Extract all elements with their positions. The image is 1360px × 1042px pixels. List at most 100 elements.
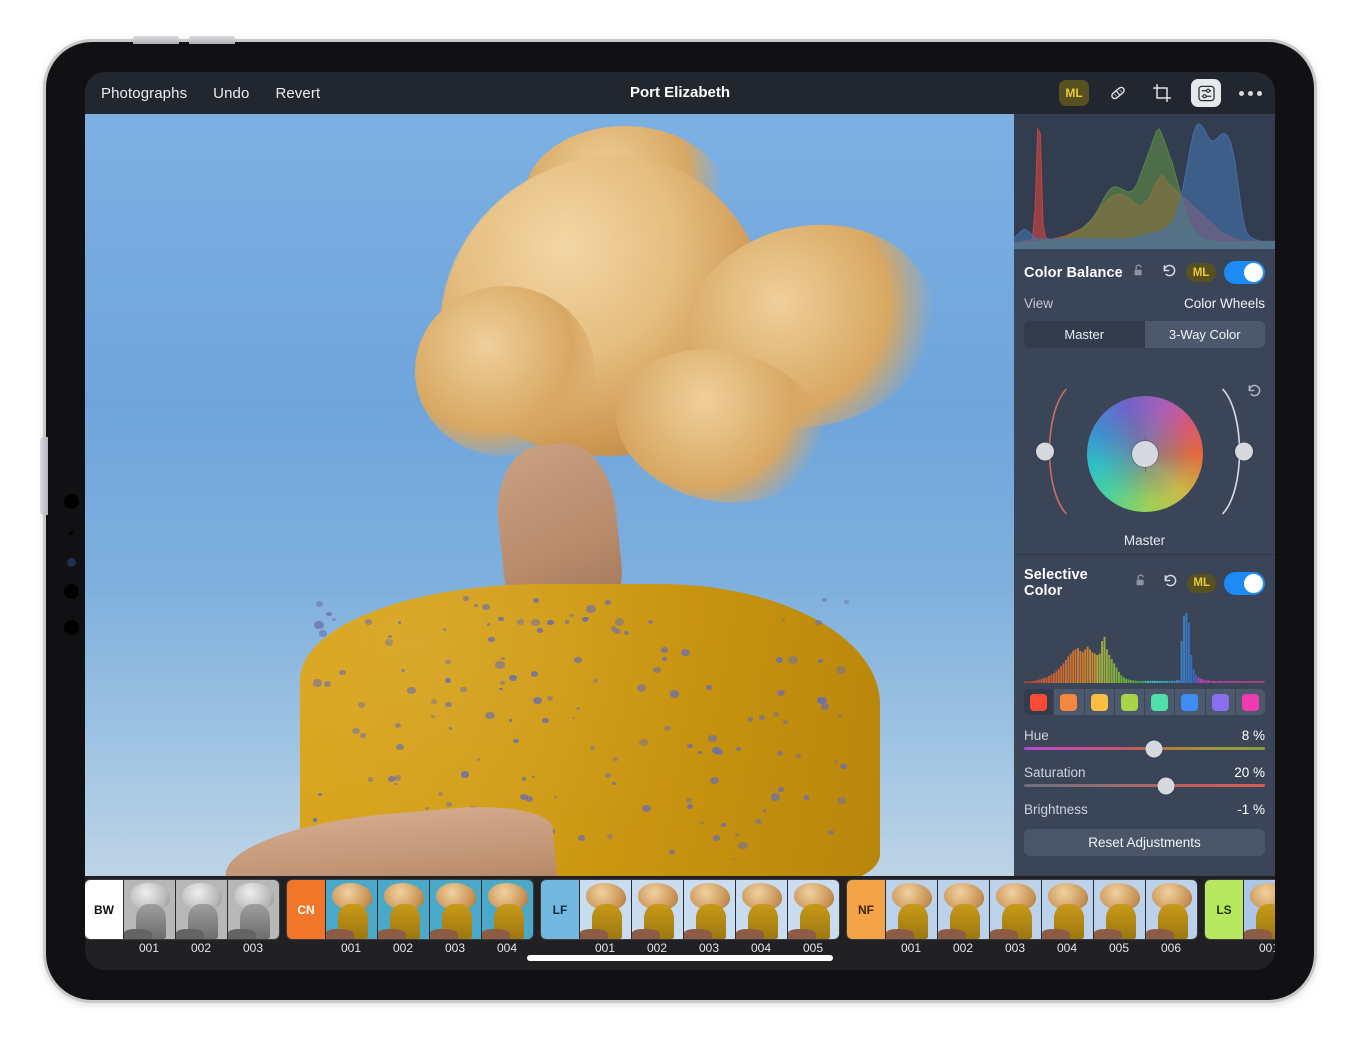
more-icon[interactable]: [1235, 79, 1265, 107]
swatch-green[interactable]: [1120, 693, 1138, 711]
slider-saturation[interactable]: Saturation 20 %: [1014, 760, 1275, 794]
swatch-green-cell[interactable]: [1114, 689, 1145, 715]
crop-icon[interactable]: [1147, 79, 1177, 107]
filmstrip-thumbnail[interactable]: [1243, 880, 1275, 939]
filmstrip-thumbnail[interactable]: [1041, 880, 1093, 939]
filmstrip-thumbnail[interactable]: [885, 880, 937, 939]
swatch-magenta-cell[interactable]: [1235, 689, 1265, 715]
tool-group: ML: [1059, 79, 1265, 107]
view-label: View: [1024, 296, 1054, 311]
swatch-purple[interactable]: [1211, 693, 1229, 711]
color-wheel[interactable]: [1086, 396, 1203, 512]
reset-icon[interactable]: [1162, 572, 1179, 594]
color-wheel-puck[interactable]: [1131, 436, 1158, 472]
filmstrip-thumbnail[interactable]: [123, 880, 175, 939]
swatch-red[interactable]: [1030, 693, 1048, 711]
filmstrip-rows: BW CN LF NF LS 001 002 003 001 002 003 004 001 002 00…: [85, 876, 1275, 955]
filmstrip-thumbnail-number: 001: [1258, 941, 1275, 955]
undo-button[interactable]: Undo: [213, 85, 249, 102]
segment-master[interactable]: Master: [1024, 321, 1145, 348]
swatch-orange[interactable]: [1060, 693, 1078, 711]
filmstrip-thumbnail[interactable]: [735, 880, 787, 939]
swatch-blue[interactable]: [1181, 693, 1199, 711]
reset-icon[interactable]: [1161, 262, 1178, 284]
filmstrip[interactable]: BW CN LF NF LS 001 002 003 001 002 003 004 001 002 00…: [85, 876, 1275, 970]
swatch-blue-cell[interactable]: [1175, 689, 1206, 715]
filmstrip-group-label[interactable]: LF: [541, 880, 579, 939]
volume-down-button[interactable]: [189, 36, 235, 44]
slider-label: Hue: [1024, 728, 1049, 743]
slider-brightness[interactable]: Brightness -1 %: [1014, 797, 1275, 827]
selective-color-title: Selective Color: [1024, 567, 1088, 599]
swatch-orange-cell[interactable]: [1054, 689, 1085, 715]
filmstrip-thumbnail[interactable]: [631, 880, 683, 939]
photo-canvas[interactable]: [85, 114, 1014, 876]
ml-badge[interactable]: ML: [1187, 573, 1216, 593]
volume-up-button[interactable]: [133, 36, 179, 44]
segment-3way-color[interactable]: 3-Way Color: [1144, 321, 1265, 348]
filmstrip-thumbnail[interactable]: [481, 880, 533, 939]
slider-label: Brightness: [1024, 802, 1088, 817]
filmstrip-thumbnail[interactable]: [937, 880, 989, 939]
color-wheel-reset-icon[interactable]: [1246, 382, 1263, 404]
filmstrip-thumbnail[interactable]: [683, 880, 735, 939]
swatch-red-cell[interactable]: [1024, 689, 1055, 715]
unlock-icon[interactable]: [1135, 574, 1146, 592]
filmstrip-thumbnail[interactable]: [227, 880, 279, 939]
swatch-teal-cell[interactable]: [1145, 689, 1176, 715]
filmstrip-thumbnail[interactable]: [787, 880, 839, 939]
swatch-yellow-cell[interactable]: [1084, 689, 1115, 715]
exposure-arc-left-knob[interactable]: [1036, 442, 1054, 461]
swatch-teal[interactable]: [1151, 693, 1169, 711]
filmstrip-thumbnail[interactable]: [1145, 880, 1197, 939]
filmstrip-thumbnail-number: 003: [698, 941, 720, 955]
revert-button[interactable]: Revert: [275, 85, 320, 102]
adjustments-icon[interactable]: [1191, 79, 1221, 107]
unlock-icon[interactable]: [1133, 263, 1144, 282]
slider-knob[interactable]: [1157, 777, 1175, 794]
filmstrip-group-label[interactable]: CN: [287, 880, 325, 939]
filmstrip-thumbnail[interactable]: [175, 880, 227, 939]
ml-badge[interactable]: ML: [1186, 263, 1216, 282]
filmstrip-thumbnail-number: 002: [190, 941, 212, 955]
filmstrip-thumbnail-number: 001: [138, 941, 160, 955]
retouch-icon[interactable]: [1103, 79, 1133, 107]
filmstrip-thumbnail[interactable]: [325, 880, 377, 939]
swatch-yellow[interactable]: [1090, 693, 1108, 711]
ml-badge[interactable]: ML: [1059, 80, 1089, 106]
hue-histogram: [1014, 609, 1275, 687]
filmstrip-thumbnail[interactable]: [989, 880, 1041, 939]
power-button[interactable]: [40, 437, 48, 515]
slider-knob[interactable]: [1145, 740, 1163, 757]
selective-color-toggle[interactable]: [1224, 571, 1265, 595]
speaker-hole: [64, 620, 79, 635]
filmstrip-group-label[interactable]: NF: [847, 880, 885, 939]
saturation-arc-right-knob[interactable]: [1235, 442, 1253, 461]
workspace: Color Balance ML View Color Wheels Maste…: [85, 114, 1275, 876]
filmstrip-group-numbers: 001 002 003 004 005: [541, 941, 839, 955]
filmstrip-group-numbers: 001: [1205, 941, 1275, 955]
slider-value: 20 %: [1234, 765, 1265, 780]
filmstrip-thumbnail-number: 004: [1056, 941, 1078, 955]
exposure-arc-left[interactable]: [1036, 386, 1072, 523]
filmstrip-thumbnail[interactable]: [429, 880, 481, 939]
home-indicator[interactable]: [527, 955, 833, 961]
view-value[interactable]: Color Wheels: [1184, 296, 1265, 311]
filmstrip-group-label[interactable]: BW: [85, 880, 123, 939]
filmstrip-thumbnail[interactable]: [579, 880, 631, 939]
slider-track[interactable]: [1024, 777, 1265, 794]
swatch-magenta[interactable]: [1241, 693, 1259, 711]
filmstrip-group-label[interactable]: LS: [1205, 880, 1243, 939]
filmstrip-thumbnail[interactable]: [1093, 880, 1145, 939]
slider-track[interactable]: [1024, 740, 1265, 757]
filmstrip-thumbnail-number: 003: [444, 941, 466, 955]
filmstrip-thumbnail[interactable]: [377, 880, 429, 939]
reset-adjustments-button[interactable]: Reset Adjustments: [1024, 829, 1265, 856]
photographs-button[interactable]: Photographs: [101, 85, 187, 102]
saturation-arc-right[interactable]: [1217, 386, 1253, 523]
color-balance-toggle[interactable]: [1224, 261, 1265, 284]
swatch-purple-cell[interactable]: [1205, 689, 1236, 715]
filmstrip-thumbnail-number: 002: [646, 941, 668, 955]
slider-hue[interactable]: Hue 8 %: [1014, 723, 1275, 757]
filmstrip-group-numbers: 001 002 003 004: [287, 941, 533, 955]
